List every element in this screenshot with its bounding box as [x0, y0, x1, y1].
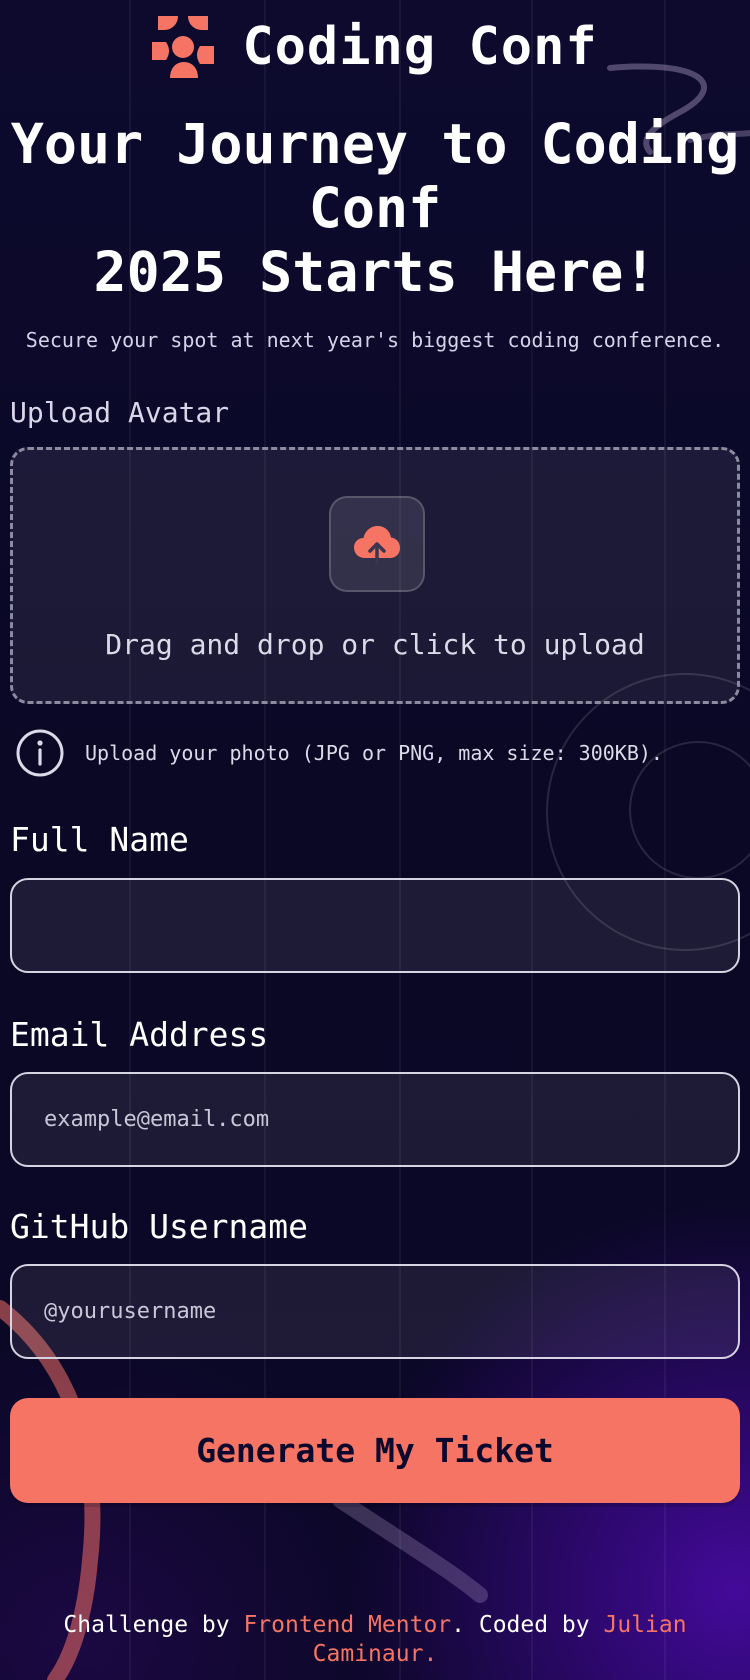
page: Coding Conf Your Journey to Coding Conf …	[0, 0, 750, 1680]
site-footer: Challenge by Frontend Mentor. Coded by J…	[40, 1611, 710, 1669]
frontend-mentor-link[interactable]: Frontend Mentor	[243, 1612, 451, 1638]
footer-text: Challenge by	[63, 1612, 244, 1638]
page-title-line: Conf	[308, 176, 442, 240]
github-username-input[interactable]	[10, 1264, 740, 1359]
upload-hint: Upload your photo (JPG or PNG, max size:…	[15, 728, 663, 778]
footer-text: . Coded by	[451, 1612, 604, 1638]
cloud-upload-icon	[354, 526, 400, 564]
generate-ticket-button[interactable]: Generate My Ticket	[10, 1398, 740, 1503]
upload-hint-text: Upload your photo (JPG or PNG, max size:…	[85, 741, 663, 765]
page-title-line: Your Journey to Coding	[10, 112, 740, 176]
github-username-label: GitHub Username	[10, 1207, 309, 1246]
full-name-label: Full Name	[10, 820, 189, 859]
upload-instructions: Drag and drop or click to upload	[105, 628, 645, 661]
site-header: Coding Conf	[0, 14, 750, 80]
footer-text-suffix: .	[423, 1641, 438, 1667]
full-name-input[interactable]	[10, 878, 740, 973]
page-title-line: 2025 Starts Here!	[93, 240, 657, 304]
email-input[interactable]	[10, 1072, 740, 1167]
logo-text: Coding Conf	[242, 17, 598, 77]
page-subtitle: Secure your spot at next year's biggest …	[25, 328, 725, 352]
coding-conf-logo-icon	[152, 16, 215, 78]
avatar-label: Upload Avatar	[10, 396, 230, 429]
avatar-upload-dropzone[interactable]: Drag and drop or click to upload	[10, 447, 740, 704]
upload-icon-box	[329, 496, 425, 592]
info-icon	[16, 729, 64, 777]
email-label: Email Address	[10, 1015, 269, 1054]
page-title: Your Journey to Coding Conf 2025 Starts …	[10, 112, 740, 304]
